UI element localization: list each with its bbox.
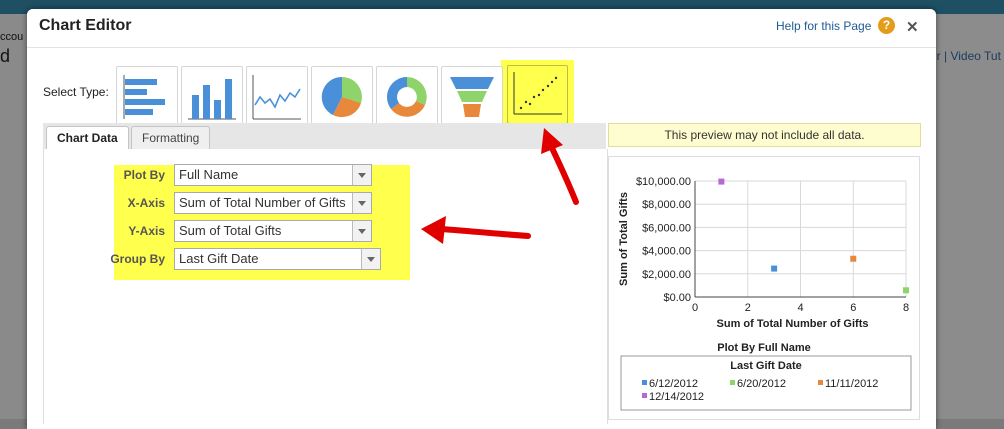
chart-type-funnel[interactable] (441, 66, 503, 128)
y-tick-label: $2,000.00 (642, 269, 691, 281)
chart-editor-dialog: Chart Editor Help for this Page ? ✕ Sele… (27, 9, 936, 429)
background-text-fragment: ccou (0, 31, 24, 43)
data-point (771, 265, 778, 272)
x-tick-label: 2 (745, 302, 751, 314)
x-axis-value: Sum of Total Number of Gifts (179, 195, 346, 210)
tab-chart-data[interactable]: Chart Data (46, 126, 129, 150)
scatter-chart: 0 2 4 6 8 $0.00 $2,000.00 $4,000.00 $6,000.00 $8,… (618, 176, 912, 411)
data-point (850, 255, 857, 262)
x-tick-label: 0 (692, 302, 698, 314)
data-point (903, 287, 909, 294)
legend-entry: 11/11/2012 (825, 378, 878, 390)
group-by-select[interactable]: Last Gift Date (174, 248, 381, 270)
y-axis-select[interactable]: Sum of Total Gifts (174, 220, 372, 242)
chart-editor-tabs: Chart Data Formatting (43, 123, 606, 150)
legend-subtitle: Last Gift Date (730, 360, 802, 372)
donut-icon (387, 77, 427, 117)
chart-type-line[interactable] (246, 66, 308, 128)
background-text-fragment: d (0, 46, 11, 66)
x-axis-label: X-Axis (127, 196, 165, 210)
data-point (718, 178, 725, 185)
y-tick-label: $0.00 (663, 292, 691, 304)
question-icon[interactable]: ? (878, 17, 895, 34)
y-tick-label: $6,000.00 (642, 222, 691, 234)
chevron-down-icon (361, 249, 380, 269)
legend-swatch (730, 380, 735, 385)
legend-swatch (642, 393, 647, 398)
funnel-icon (450, 77, 494, 117)
chart-type-scatter[interactable] (507, 65, 568, 124)
y-tick-label: $10,000.00 (636, 176, 691, 188)
pie-icon (321, 76, 362, 118)
chart-type-pie[interactable] (311, 66, 373, 128)
background-left-panel: ccou d (0, 14, 27, 419)
legend-entry: 6/20/2012 (737, 378, 786, 390)
help-link[interactable]: Help for this Page (776, 19, 871, 33)
dialog-title: Chart Editor (39, 17, 132, 34)
chart-preview: 0 2 4 6 8 $0.00 $2,000.00 $4,000.00 $6,000.00 $8,… (608, 156, 920, 420)
y-tick-label: $8,000.00 (642, 199, 691, 211)
x-axis-title: Sum of Total Number of Gifts (717, 318, 869, 330)
plot-by-select[interactable]: Full Name (174, 164, 372, 186)
x-axis-select[interactable]: Sum of Total Number of Gifts (174, 192, 372, 214)
group-by-label: Group By (110, 252, 165, 266)
dialog-header: Chart Editor Help for this Page ? ✕ (27, 9, 936, 48)
legend-title: Plot By Full Name (717, 342, 811, 354)
vertical-bar-icon (188, 79, 236, 120)
group-by-value: Last Gift Date (179, 251, 259, 266)
x-tick-label: 4 (797, 302, 803, 314)
chart-type-horizontal-bar[interactable] (116, 66, 178, 128)
legend-entry: 6/12/2012 (649, 378, 698, 390)
y-axis-title: Sum of Total Gifts (618, 192, 630, 286)
tab-formatting[interactable]: Formatting (131, 126, 211, 149)
background-links: ur | Video Tut (930, 49, 1001, 63)
x-tick-label: 6 (850, 302, 856, 314)
horizontal-bar-icon (123, 75, 165, 119)
y-axis-value: Sum of Total Gifts (179, 223, 282, 238)
x-tick-label: 8 (903, 302, 909, 314)
select-type-label: Select Type: (43, 85, 109, 99)
legend-swatch (818, 380, 823, 385)
legend-swatch (642, 380, 647, 385)
scatter-icon (513, 72, 562, 115)
legend-entry: 12/14/2012 (649, 391, 704, 403)
chart-type-vertical-bar[interactable] (181, 66, 243, 128)
close-icon[interactable]: ✕ (906, 18, 919, 36)
chevron-down-icon (352, 221, 371, 241)
y-axis-label: Y-Axis (128, 224, 165, 238)
plot-by-label: Plot By (123, 168, 165, 182)
chevron-down-icon (352, 165, 371, 185)
chart-type-donut[interactable] (376, 66, 438, 128)
chevron-down-icon (352, 193, 371, 213)
preview-note: This preview may not include all data. (608, 123, 921, 147)
line-icon (252, 75, 301, 120)
background-right-panel: ur | Video Tut (930, 14, 1004, 419)
y-tick-label: $4,000.00 (642, 246, 691, 258)
plot-by-value: Full Name (179, 167, 239, 182)
